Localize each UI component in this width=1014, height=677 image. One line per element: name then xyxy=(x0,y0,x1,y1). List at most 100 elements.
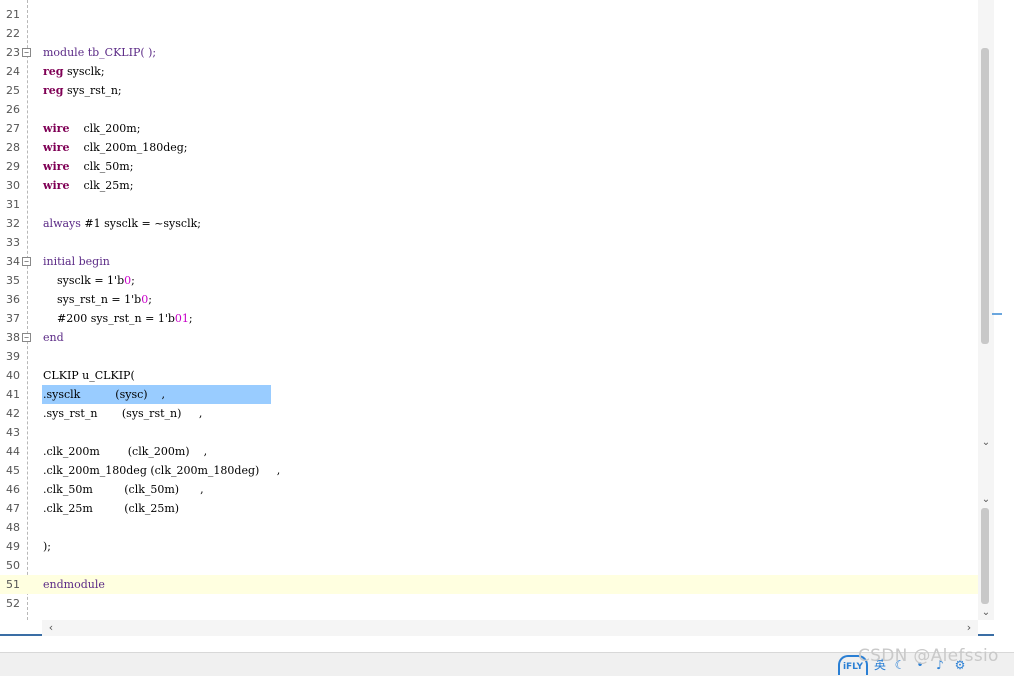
code-line[interactable]: 40 CLKIP u_CLKIP( xyxy=(0,366,978,385)
code-line[interactable]: 28 wire clk_200m_180deg; xyxy=(0,138,978,157)
line-number: 27 xyxy=(6,122,20,135)
line-number: 52 xyxy=(6,597,20,610)
chevron-down-icon[interactable]: ⌄ xyxy=(979,606,993,620)
code-line[interactable]: 30 wire clk_25m; xyxy=(0,176,978,195)
line-number: 49 xyxy=(6,540,20,553)
line-number: 51 xyxy=(6,578,20,591)
code-line[interactable]: 37 #200 sys_rst_n = 1'b01; xyxy=(0,309,978,328)
code-token: ; xyxy=(188,312,193,325)
line-number: 33 xyxy=(6,236,20,249)
chevron-down-icon[interactable]: ⌄ xyxy=(979,436,993,450)
fold-collapse-icon[interactable]: − xyxy=(22,333,31,342)
line-number: 23 xyxy=(6,46,20,59)
number-token: 01 xyxy=(174,312,189,325)
code-text[interactable]: initial begin xyxy=(43,252,110,271)
fold-collapse-icon[interactable]: − xyxy=(22,257,31,266)
code-line[interactable]: 31 xyxy=(0,195,978,214)
code-text[interactable]: wire clk_50m; xyxy=(43,157,133,176)
fold-collapse-icon[interactable]: − xyxy=(22,48,31,57)
keyword-token: wire xyxy=(43,122,70,135)
code-line[interactable]: 46 .clk_50m (clk_50m) , xyxy=(0,480,978,499)
line-number: 46 xyxy=(6,483,20,496)
code-line[interactable]: 45 .clk_200m_180deg (clk_200m_180deg) , xyxy=(0,461,978,480)
code-line[interactable]: 39 xyxy=(0,347,978,366)
line-number: 31 xyxy=(6,198,20,211)
code-line[interactable]: 52 xyxy=(0,594,978,613)
vertical-scroll-thumb-lower[interactable] xyxy=(981,508,989,604)
code-text[interactable]: reg sys_rst_n; xyxy=(43,81,122,100)
code-text[interactable]: ); xyxy=(43,537,51,556)
code-line[interactable]: 24 reg sysclk; xyxy=(0,62,978,81)
vertical-scroll-thumb[interactable] xyxy=(981,48,989,344)
code-line[interactable]: 33 xyxy=(0,233,978,252)
keyword-token: module tb_CKLIP( ); xyxy=(43,46,157,59)
code-token: clk_50m; xyxy=(69,160,134,173)
code-text[interactable]: .clk_50m (clk_50m) , xyxy=(43,480,204,499)
code-text[interactable]: .clk_25m (clk_25m) xyxy=(43,499,179,518)
code-line[interactable]: 36 sys_rst_n = 1'b0; xyxy=(0,290,978,309)
code-line[interactable]: 51 endmodule xyxy=(0,575,978,594)
code-line[interactable]: 27 wire clk_200m; xyxy=(0,119,978,138)
line-number: 32 xyxy=(6,217,20,230)
code-token: CLKIP u_CLKIP( xyxy=(43,369,135,382)
code-line[interactable]: 47 .clk_25m (clk_25m) xyxy=(0,499,978,518)
side-panel-edge xyxy=(994,0,1004,636)
code-line[interactable]: 25 reg sys_rst_n; xyxy=(0,81,978,100)
code-line[interactable]: 21 xyxy=(0,5,978,24)
code-line[interactable]: 41 .sysclk (sysc) , xyxy=(0,385,978,404)
code-line[interactable]: 26 xyxy=(0,100,978,119)
code-editor[interactable]: 21 22 23− module tb_CKLIP( ); 24 reg sysclk; 2… xyxy=(0,0,1004,636)
code-text[interactable]: .clk_200m (clk_200m) , xyxy=(43,442,207,461)
code-token: .clk_200m (clk_200m) , xyxy=(43,445,208,458)
code-token: clk_200m; xyxy=(69,122,141,135)
code-line[interactable]: 48 xyxy=(0,518,978,537)
line-number: 30 xyxy=(6,179,20,192)
code-line[interactable]: 38− end xyxy=(0,328,978,347)
code-text[interactable]: endmodule xyxy=(43,575,105,594)
code-line[interactable]: 32 always #1 sysclk = ~sysclk; xyxy=(0,214,978,233)
code-text[interactable]: wire clk_200m; xyxy=(43,119,140,138)
keyword-token: initial begin xyxy=(43,255,110,268)
code-text[interactable]: sys_rst_n = 1'b0; xyxy=(43,290,152,309)
keyword-token: wire xyxy=(43,141,70,154)
code-token: ; xyxy=(148,293,152,306)
horizontal-scrollbar[interactable]: ‹ › xyxy=(42,620,978,636)
code-text[interactable]: end xyxy=(43,328,64,347)
code-line[interactable]: 44 .clk_200m (clk_200m) , xyxy=(0,442,978,461)
code-text[interactable]: CLKIP u_CLKIP( xyxy=(43,366,135,385)
code-line[interactable]: 42 .sys_rst_n (sys_rst_n) , xyxy=(0,404,978,423)
code-text[interactable]: wire clk_200m_180deg; xyxy=(43,138,188,157)
line-number: 47 xyxy=(6,502,20,515)
code-text[interactable]: sysclk = 1'b0; xyxy=(43,271,135,290)
code-text[interactable]: module tb_CKLIP( ); xyxy=(43,43,156,62)
code-line[interactable]: 43 xyxy=(0,423,978,442)
watermark: CSDN @Alefssio xyxy=(858,646,999,666)
code-text[interactable]: always #1 sysclk = ~sysclk; xyxy=(43,214,201,233)
code-line[interactable]: 35 sysclk = 1'b0; xyxy=(0,271,978,290)
line-number: 24 xyxy=(6,65,20,78)
code-text[interactable]: wire clk_25m; xyxy=(43,176,133,195)
line-number: 39 xyxy=(6,350,20,363)
code-line[interactable]: 49); xyxy=(0,537,978,556)
code-token: .clk_25m (clk_25m) xyxy=(43,502,180,515)
code-text[interactable]: .clk_200m_180deg (clk_200m_180deg) , xyxy=(43,461,280,480)
code-line[interactable]: 23− module tb_CKLIP( ); xyxy=(0,43,978,62)
code-token: #1 sysclk = ~sysclk; xyxy=(80,217,201,230)
line-number: 28 xyxy=(6,141,20,154)
vertical-scrollbar[interactable]: ⌄ ⌄ ⌄ xyxy=(978,0,994,620)
code-text[interactable]: .sysclk (sysc) , xyxy=(43,385,165,404)
code-text[interactable]: reg sysclk; xyxy=(43,62,105,81)
code-line[interactable]: 34− initial begin xyxy=(0,252,978,271)
code-text[interactable]: .sys_rst_n (sys_rst_n) , xyxy=(43,404,202,423)
code-text[interactable]: #200 sys_rst_n = 1'b01; xyxy=(43,309,193,328)
code-line[interactable]: 50 xyxy=(0,556,978,575)
keyword-token: reg xyxy=(43,65,64,78)
code-line[interactable]: 22 xyxy=(0,24,978,43)
line-number: 43 xyxy=(6,426,20,439)
overview-ruler-marker xyxy=(992,313,1002,315)
chevron-down-icon[interactable]: ⌄ xyxy=(979,493,993,507)
code-line[interactable]: 29 wire clk_50m; xyxy=(0,157,978,176)
chevron-left-icon[interactable]: ‹ xyxy=(44,621,58,635)
code-token: clk_25m; xyxy=(69,179,134,192)
chevron-right-icon[interactable]: › xyxy=(962,621,976,635)
